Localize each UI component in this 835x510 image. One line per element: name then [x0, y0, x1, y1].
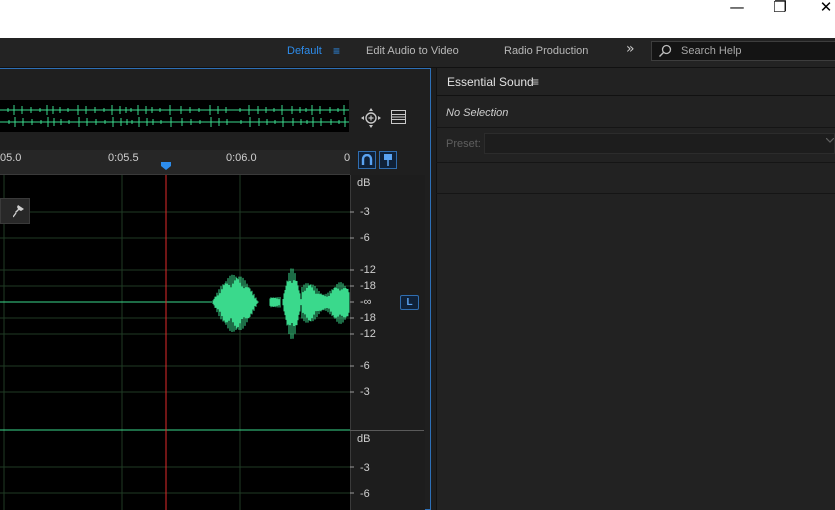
- search-icon: [659, 44, 672, 57]
- snap-toggle[interactable]: [358, 151, 376, 169]
- db-label: dB: [357, 433, 371, 445]
- workspace-tab-edit-audio-to-video[interactable]: Edit Audio to Video: [366, 45, 459, 57]
- divider: [436, 193, 835, 194]
- time-label: 0:06.0: [226, 152, 257, 164]
- search-help-field[interactable]: Search Help: [651, 41, 835, 61]
- playhead-handle[interactable]: [161, 162, 171, 170]
- chevron-down-icon: [826, 138, 834, 143]
- workspace-menu-icon[interactable]: ≡: [333, 44, 340, 58]
- workspace-tab-radio-production[interactable]: Radio Production: [504, 45, 588, 57]
- essential-sound-title[interactable]: Essential Sound: [447, 75, 534, 89]
- db-label: -6: [360, 360, 370, 372]
- pin-icon: [13, 205, 24, 218]
- restore-icon: ❐: [773, 0, 787, 16]
- panel-menu-icon[interactable]: ≡: [532, 75, 539, 89]
- waveform-canvas: [0, 175, 350, 510]
- db-label: -6: [360, 232, 370, 244]
- db-scale-ticks: [350, 211, 354, 494]
- db-label: -3: [360, 462, 370, 474]
- db-label: -12: [360, 264, 376, 276]
- time-ruler[interactable]: [0, 150, 350, 175]
- db-label: dB: [357, 177, 371, 189]
- db-scale-labels: dB -3 -6 -12 -18 -∞ -18 -12 -6 -3 dB -3 …: [350, 175, 424, 510]
- restore-button[interactable]: ❐: [757, 0, 803, 16]
- db-label: -12: [360, 328, 376, 340]
- pin-button[interactable]: [0, 198, 30, 224]
- workspace-tab-default[interactable]: Default: [287, 45, 322, 57]
- marker-pin-icon: [384, 154, 392, 166]
- db-label: -3: [360, 206, 370, 218]
- waveform-display[interactable]: [0, 175, 350, 510]
- close-button[interactable]: ✕: [803, 0, 835, 16]
- waveform-overview[interactable]: [0, 100, 349, 132]
- db-label: -∞: [360, 296, 372, 308]
- preset-dropdown[interactable]: [484, 133, 835, 154]
- marker-toggle[interactable]: [379, 151, 397, 169]
- magnet-icon: [361, 154, 373, 165]
- preset-label: Preset:: [446, 138, 481, 150]
- time-label: 0:05.5: [108, 152, 139, 164]
- list-view-icon[interactable]: [391, 110, 406, 124]
- window-title-bar: [0, 0, 835, 38]
- search-input[interactable]: Search Help: [681, 45, 742, 57]
- time-label: 05.0: [0, 152, 22, 164]
- time-label: 0: [344, 152, 351, 164]
- db-label: -6: [360, 488, 370, 500]
- zoom-navigator-icon[interactable]: [361, 108, 381, 128]
- close-icon: ✕: [819, 0, 833, 16]
- left-channel-button[interactable]: L: [400, 295, 419, 310]
- db-label: -18: [360, 280, 376, 292]
- divider: [436, 162, 835, 163]
- overview-waveform: [0, 105, 349, 127]
- db-label: -18: [360, 312, 376, 324]
- channel-divider: [350, 430, 424, 431]
- divider: [436, 127, 835, 128]
- db-label: -3: [360, 386, 370, 398]
- selection-status: No Selection: [446, 107, 509, 119]
- minimize-icon: —: [729, 0, 745, 16]
- workspace-overflow-icon[interactable]: »: [626, 41, 635, 57]
- minimize-button[interactable]: —: [714, 0, 760, 16]
